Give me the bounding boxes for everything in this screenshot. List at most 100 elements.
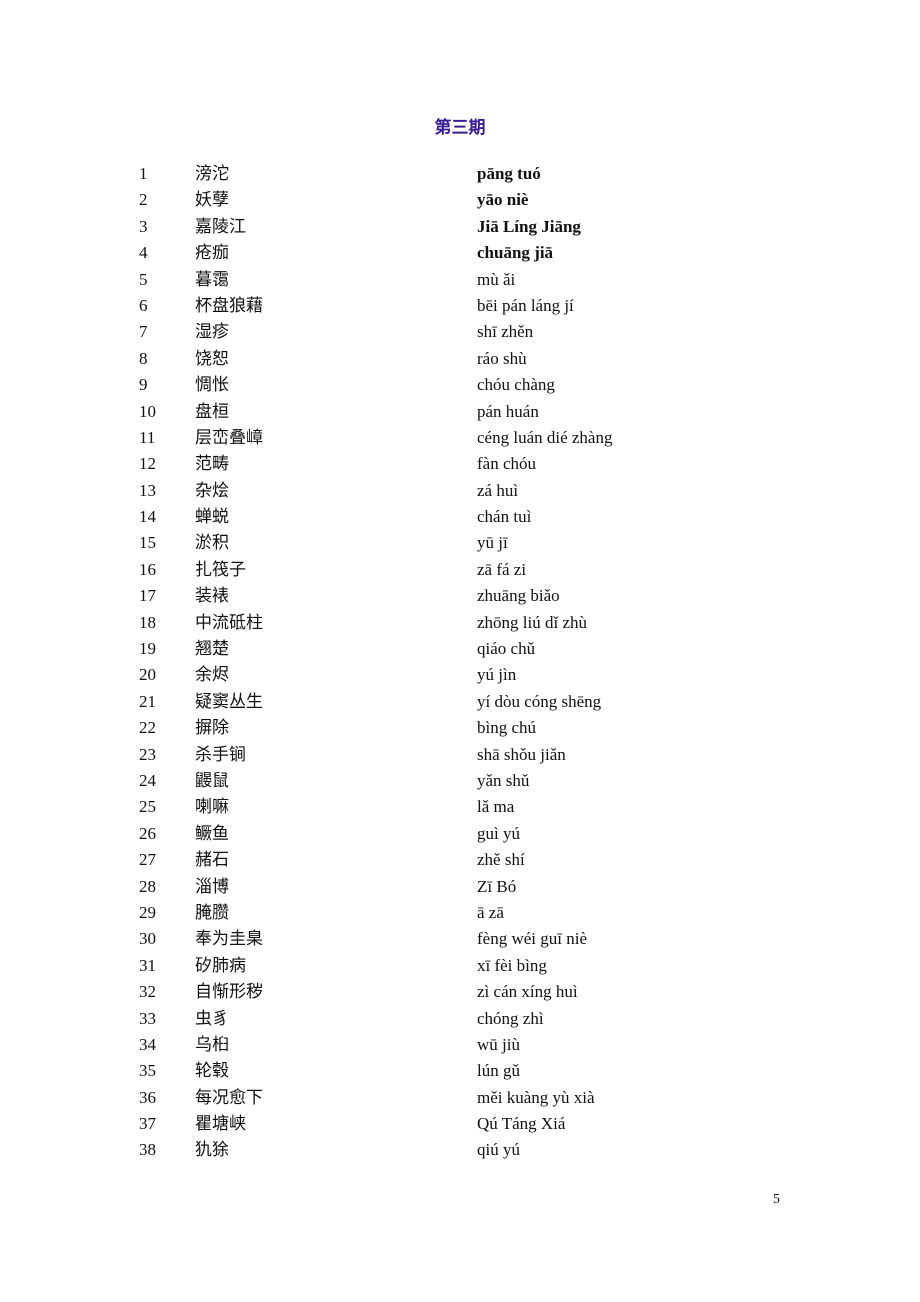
item-pinyin: zì cán xíng huì	[477, 982, 578, 1002]
item-word: 湿疹	[195, 322, 229, 343]
item-number: 9	[139, 375, 148, 395]
item-pinyin: yāo niè	[477, 190, 529, 210]
list-item: 36 每况愈下 měi kuàng yù xià	[0, 1085, 920, 1111]
list-item: 3 嘉陵江 Jiā Líng Jiāng	[0, 214, 920, 240]
item-word: 乌桕	[195, 1034, 229, 1055]
item-pinyin: Zī Bó	[477, 876, 517, 896]
item-pinyin: Qú Táng Xiá	[477, 1114, 566, 1134]
item-word: 滂沱	[195, 164, 229, 184]
item-pinyin: fèng wéi guī niè	[477, 929, 587, 949]
item-word: 轮毂	[195, 1061, 229, 1082]
item-number: 24	[139, 770, 156, 790]
list-item: 18 中流砥柱 zhōng liú dǐ zhù	[0, 610, 920, 636]
list-item: 12 范畴 fàn chóu	[0, 451, 920, 477]
item-number: 25	[139, 797, 156, 817]
item-word: 犰狳	[195, 1140, 229, 1161]
item-number: 28	[139, 876, 156, 896]
list-item: 34 乌桕 wū jiù	[0, 1032, 920, 1058]
item-number: 20	[139, 665, 156, 685]
item-word: 疑窦丛生	[195, 691, 263, 712]
item-word: 层峦叠嶂	[195, 427, 263, 448]
item-word: 余烬	[195, 665, 229, 686]
item-number: 30	[139, 929, 156, 949]
item-word: 瞿塘峡	[195, 1114, 246, 1135]
item-pinyin: guì yú	[477, 823, 520, 843]
item-pinyin: ráo shù	[477, 348, 527, 368]
list-item: 26 鳜鱼 guì yú	[0, 821, 920, 847]
list-item: 13 杂烩 zá huì	[0, 478, 920, 504]
item-pinyin: měi kuàng yù xià	[477, 1087, 595, 1107]
list-item: 6 杯盘狼藉 bēi pán láng jí	[0, 293, 920, 319]
list-item: 1 滂沱 pāng tuó	[0, 161, 920, 187]
item-word: 淤积	[195, 533, 229, 554]
item-word: 蝉蜕	[195, 507, 229, 528]
list-item: 10 盘桓 pán huán	[0, 399, 920, 425]
item-pinyin: qiú yú	[477, 1140, 520, 1160]
item-number: 38	[139, 1140, 156, 1160]
page-number: 5	[773, 1192, 780, 1207]
item-pinyin: wū jiù	[477, 1034, 520, 1054]
section-heading: 第三期	[434, 118, 486, 138]
item-number: 36	[139, 1087, 156, 1107]
list-item: 16 扎筏子 zā fá zi	[0, 557, 920, 583]
list-item: 9 惆怅 chóu chàng	[0, 372, 920, 398]
list-item: 15 淤积 yū jī	[0, 530, 920, 556]
list-item: 31 矽肺病 xī fèi bìng	[0, 953, 920, 979]
list-item: 37 瞿塘峡 Qú Táng Xiá	[0, 1111, 920, 1137]
list-item: 7 湿疹 shī zhěn	[0, 319, 920, 345]
item-number: 32	[139, 982, 156, 1002]
item-word: 赭石	[195, 850, 229, 871]
list-item: 23 杀手锏 shā shǒu jiǎn	[0, 742, 920, 768]
item-number: 7	[139, 322, 148, 342]
item-number: 8	[139, 348, 148, 368]
item-pinyin: bìng chú	[477, 718, 537, 738]
item-number: 11	[139, 427, 156, 447]
item-number: 34	[139, 1034, 156, 1054]
item-pinyin: pāng tuó	[477, 164, 541, 183]
list-item: 29 腌臜 ā zā	[0, 900, 920, 926]
item-pinyin: zhě shí	[477, 850, 525, 870]
item-word: 虫豸	[195, 1008, 229, 1029]
item-number: 23	[139, 744, 156, 764]
item-pinyin: zhuāng biǎo	[477, 586, 560, 606]
list-item: 17 装裱 zhuāng biǎo	[0, 583, 920, 609]
item-word: 杂烩	[195, 480, 229, 501]
item-word: 中流砥柱	[195, 612, 263, 633]
item-number: 27	[139, 850, 156, 870]
item-pinyin: Jiā Líng Jiāng	[477, 216, 581, 236]
item-pinyin: fàn chóu	[477, 454, 537, 474]
item-word: 盘桓	[195, 401, 229, 422]
item-word: 杀手锏	[195, 744, 246, 765]
item-pinyin: pán huán	[477, 401, 539, 421]
item-number: 33	[139, 1008, 156, 1028]
item-word: 腌臜	[195, 902, 229, 923]
item-word: 装裱	[195, 586, 229, 607]
item-pinyin: yū jī	[477, 533, 508, 553]
item-pinyin: zá huì	[477, 480, 519, 500]
item-number: 14	[139, 507, 156, 527]
item-word: 鼹鼠	[195, 770, 229, 791]
list-item: 28 淄博 Zī Bó	[0, 874, 920, 900]
item-pinyin: yí dòu cóng shēng	[477, 691, 602, 711]
item-number: 2	[139, 190, 148, 210]
item-pinyin: ā zā	[477, 902, 504, 922]
item-pinyin: xī fèi bìng	[477, 955, 547, 975]
item-number: 35	[139, 1061, 156, 1081]
item-number: 6	[139, 295, 148, 315]
vocabulary-list: 1 滂沱 pāng tuó 2 妖孽 yāo niè 3 嘉陵江 Jiā Líng Jiāng 4…	[0, 161, 920, 1164]
item-word: 扎筏子	[195, 559, 246, 580]
list-item: 25 喇嘛 lǎ ma	[0, 794, 920, 820]
item-word: 范畴	[195, 454, 229, 475]
item-pinyin: qiáo chǔ	[477, 639, 536, 659]
list-item: 30 奉为圭臬 fèng wéi guī niè	[0, 926, 920, 952]
item-number: 12	[139, 454, 156, 474]
item-word: 淄博	[195, 876, 229, 897]
item-number: 10	[139, 401, 156, 421]
item-word: 摒除	[195, 718, 229, 739]
list-item: 11 层峦叠嶂 céng luán dié zhàng	[0, 425, 920, 451]
list-item: 21 疑窦丛生 yí dòu cóng shēng	[0, 689, 920, 715]
page-title: 第三期	[0, 113, 920, 138]
item-pinyin: yú jìn	[477, 665, 517, 685]
item-word: 杯盘狼藉	[195, 295, 263, 316]
item-number: 15	[139, 533, 156, 553]
